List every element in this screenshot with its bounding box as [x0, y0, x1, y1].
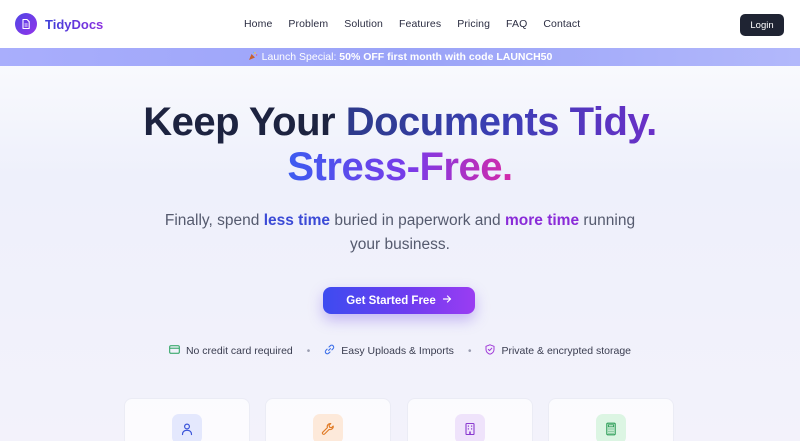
feature-private-storage: Private & encrypted storage: [485, 344, 631, 358]
feature-easy-uploads: Easy Uploads & Imports: [324, 344, 454, 358]
promo-banner: Launch Special: 50% OFF first month with…: [0, 48, 800, 66]
nav-faq[interactable]: FAQ: [506, 18, 527, 30]
document-icon: [15, 13, 37, 35]
feature-card-3[interactable]: [407, 398, 533, 441]
feature-card-4[interactable]: [548, 398, 674, 441]
main-nav: Home Problem Solution Features Pricing F…: [244, 18, 596, 30]
nav-problem[interactable]: Problem: [288, 18, 328, 30]
promo-code: code LAUNCH50: [468, 51, 553, 63]
hero-tagline: Stress-Free.: [0, 143, 800, 191]
nav-contact[interactable]: Contact: [543, 18, 580, 30]
get-started-button[interactable]: Get Started Free: [323, 287, 475, 314]
get-started-label: Get Started Free: [346, 294, 436, 307]
promo-prefix: Launch Special:: [261, 51, 337, 63]
promo-with: with: [444, 51, 466, 63]
nav-home[interactable]: Home: [244, 18, 272, 30]
feature-label: Easy Uploads & Imports: [341, 345, 454, 357]
link-icon: [324, 344, 335, 358]
hero-subtitle: Finally, spend less time buried in paper…: [150, 209, 650, 257]
subtitle-highlight-1: less time: [263, 212, 331, 229]
calculator-icon: [596, 414, 626, 441]
brand-name: TidyDocs: [45, 16, 104, 32]
party-popper-icon: [248, 51, 258, 64]
shield-icon: [485, 344, 495, 358]
feature-label: Private & encrypted storage: [501, 345, 632, 357]
feature-list: No credit card required • Easy Uploads &…: [0, 344, 800, 358]
arrow-right-icon: [442, 294, 452, 307]
feature-card-2[interactable]: [265, 398, 391, 441]
credit-card-icon: [169, 345, 180, 357]
top-header: TidyDocs Home Problem Solution Features …: [0, 0, 800, 48]
feature-no-credit-card: No credit card required: [169, 345, 293, 357]
nav-pricing[interactable]: Pricing: [457, 18, 490, 30]
subtitle-highlight-2: more time: [504, 212, 580, 229]
separator-dot: •: [306, 345, 311, 357]
user-icon: [172, 414, 202, 441]
hero-tagline-text: Stress-Free.: [287, 145, 513, 189]
hero-title-part1: Keep Your: [143, 100, 336, 144]
promo-offer: 50% OFF first month: [339, 51, 442, 63]
subtitle-text-1: Finally, spend: [164, 212, 260, 229]
hero-title: Keep Your Documents Tidy.: [0, 98, 800, 146]
nav-solution[interactable]: Solution: [344, 18, 383, 30]
building-icon: [455, 414, 485, 441]
brand[interactable]: TidyDocs: [15, 13, 103, 35]
subtitle-text-2: buried in paperwork and: [334, 212, 501, 229]
wrench-icon: [313, 414, 343, 441]
login-button[interactable]: Login: [740, 14, 784, 36]
feature-label: No credit card required: [185, 345, 293, 357]
separator-dot: •: [467, 345, 472, 357]
hero-title-part2: Documents Tidy.: [345, 100, 658, 144]
feature-card-1[interactable]: [124, 398, 250, 441]
nav-features[interactable]: Features: [399, 18, 441, 30]
